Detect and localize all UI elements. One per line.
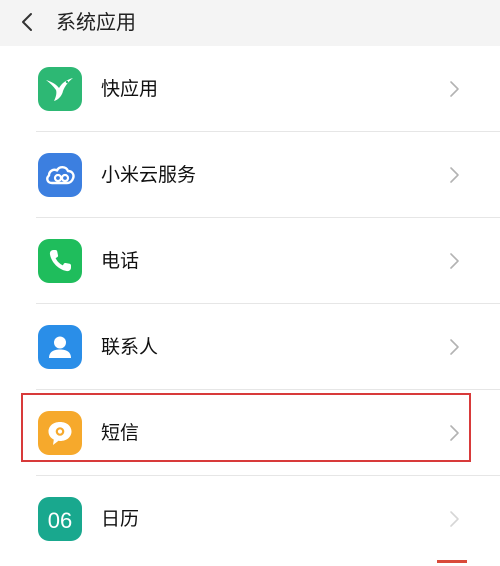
- list-item-quickapp[interactable]: 快应用: [0, 46, 500, 132]
- item-label: 快应用: [101, 78, 159, 100]
- item-label: 联系人: [101, 336, 159, 358]
- top-bar: 系统应用: [0, 0, 500, 46]
- list-item-contacts[interactable]: 联系人: [0, 304, 500, 390]
- list-item-calendar[interactable]: 06 日历: [0, 476, 500, 562]
- phone-icon: [38, 239, 82, 283]
- chevron-right-icon: [444, 423, 464, 443]
- list-item-messages[interactable]: 短信: [0, 390, 500, 476]
- calendar-icon: 06: [38, 497, 82, 541]
- list-item-xiaomi-cloud[interactable]: 小米云服务: [0, 132, 500, 218]
- item-label: 小米云服务: [101, 164, 197, 186]
- chevron-left-icon: [22, 13, 32, 31]
- back-button[interactable]: [14, 8, 42, 36]
- chevron-right-icon: [444, 337, 464, 357]
- chevron-right-icon: [444, 251, 464, 271]
- chevron-right-icon: [444, 79, 464, 99]
- cloud-icon: [38, 153, 82, 197]
- chat-bubble-icon: [38, 411, 82, 455]
- chevron-right-icon: [444, 165, 464, 185]
- app-list: 快应用 小米云服务 电话 联系人 短信 06 日历: [0, 46, 500, 562]
- calendar-icon-date: 06: [48, 508, 72, 533]
- page-title: 系统应用: [56, 10, 136, 34]
- person-icon: [38, 325, 82, 369]
- annotation-mark: [437, 560, 467, 563]
- item-label: 电话: [101, 250, 140, 272]
- chevron-right-icon: [444, 509, 464, 529]
- item-label: 日历: [101, 508, 140, 530]
- hummingbird-icon: [38, 67, 82, 111]
- list-item-phone[interactable]: 电话: [0, 218, 500, 304]
- item-label: 短信: [101, 422, 140, 444]
- system-apps-screen: 系统应用 快应用 小米云服务 电话 联系人 短信 06 日历: [0, 0, 500, 566]
